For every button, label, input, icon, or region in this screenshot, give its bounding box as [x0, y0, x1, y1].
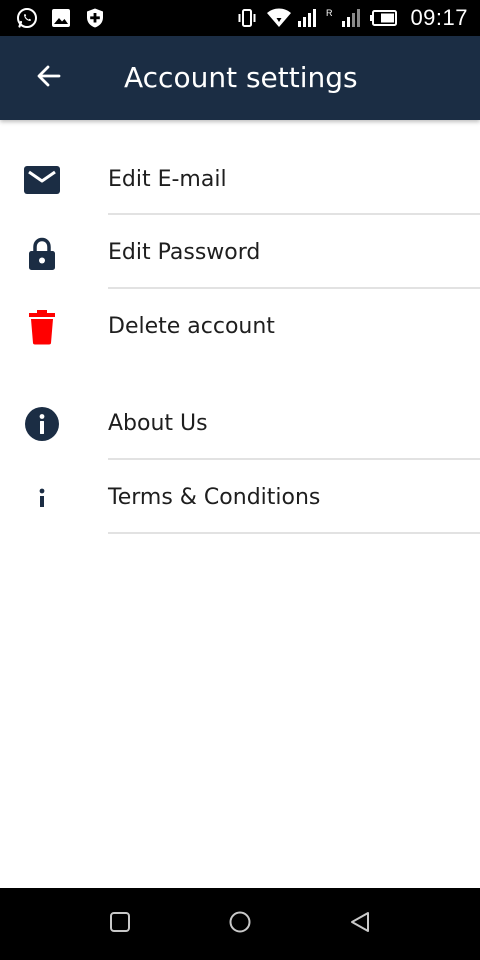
arrow-back-icon: [35, 64, 61, 92]
page-title: Account settings: [124, 61, 358, 94]
home-circle-icon: [228, 910, 252, 938]
menu-item-label: Terms & Conditions: [108, 485, 321, 510]
menu-item-label: Edit E-mail: [108, 167, 227, 192]
signal-icon: [296, 7, 318, 29]
shield-plus-icon: [84, 7, 106, 29]
menu-item-label: Delete account: [108, 314, 275, 339]
roaming-signal-icon: [340, 7, 362, 29]
envelope-icon: [22, 160, 62, 200]
whatsapp-icon: [16, 7, 38, 29]
status-bar-right: R 09:17: [236, 4, 468, 32]
info-icon: [22, 478, 62, 518]
recents-square-icon: [109, 911, 131, 937]
roaming-label: R: [325, 8, 333, 18]
status-bar: R 09:17: [0, 0, 480, 36]
menu-item-terms-conditions[interactable]: Terms & Conditions: [0, 461, 480, 535]
divider: [108, 458, 480, 460]
menu-item-label: About Us: [108, 411, 208, 436]
status-time: 09:17: [410, 5, 468, 30]
menu-item-edit-password[interactable]: Edit Password: [0, 216, 480, 290]
divider: [108, 213, 480, 215]
trash-icon: [22, 307, 62, 347]
menu-item-delete-account[interactable]: Delete account: [0, 290, 480, 364]
system-back-button[interactable]: [344, 908, 376, 940]
lock-icon: [22, 234, 62, 274]
wifi-icon: [266, 7, 291, 29]
back-triangle-icon: [348, 910, 372, 938]
divider: [108, 532, 480, 534]
divider: [108, 287, 480, 289]
info-circle-icon: [22, 404, 62, 444]
gallery-icon: [50, 7, 72, 29]
vibrate-icon: [236, 7, 258, 29]
status-bar-left: [16, 6, 106, 30]
app-bar: Account settings: [0, 36, 480, 120]
battery-icon: [370, 7, 400, 29]
system-nav-bar: [0, 888, 480, 960]
menu-item-edit-email[interactable]: Edit E-mail: [0, 143, 480, 217]
recents-button[interactable]: [104, 908, 136, 940]
menu-item-label: Edit Password: [108, 240, 261, 265]
menu-item-about-us[interactable]: About Us: [0, 387, 480, 461]
back-button[interactable]: [28, 60, 68, 96]
home-button[interactable]: [224, 908, 256, 940]
